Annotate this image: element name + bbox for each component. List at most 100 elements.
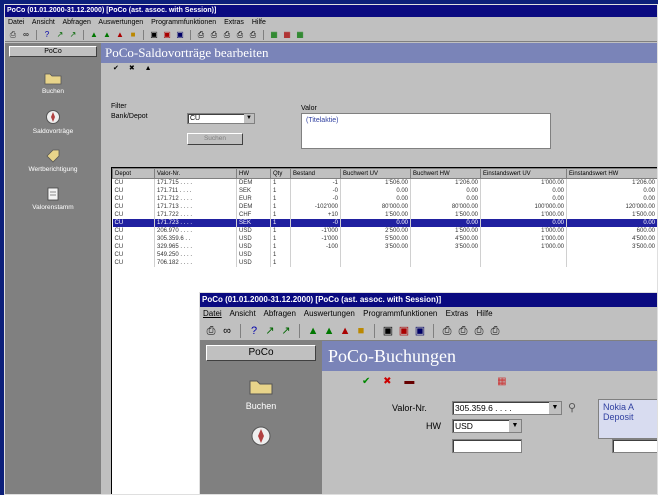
col-header-valor[interactable]: Valor-Nr. [154, 168, 237, 179]
chevron-down-icon[interactable]: ▼ [509, 420, 521, 432]
table-row[interactable]: CU 329.965 . . . . USD 1 -100 3'500.00 3'500.0… [112, 242, 657, 251]
printer-icon[interactable]: ⎙ [196, 30, 206, 40]
menu-extras[interactable]: Extras [446, 309, 469, 318]
col-header-buchwert-hw[interactable]: Buchwert HW [410, 168, 481, 179]
link-icon[interactable]: ∞ [222, 325, 232, 336]
menu-abfragen[interactable]: Abfragen [263, 309, 295, 318]
table-cell: SEK [236, 186, 271, 195]
menu-hilfe[interactable]: Hilfe [477, 309, 493, 318]
menu-programmfunktionen[interactable]: Programmfunktionen [151, 19, 216, 26]
chevron-down-icon[interactable]: ▼ [244, 114, 254, 123]
search-icon[interactable]: ⚲ [568, 401, 576, 414]
front-sidebar-header[interactable]: PoCo [206, 345, 316, 361]
table-row[interactable]: CU 171.712 . . . . EUR 1 -0 0.00 0.00 0.00 0.00 [112, 194, 657, 203]
folder-icon[interactable]: ■ [128, 30, 138, 40]
chevron-down-icon[interactable]: ▼ [549, 402, 561, 414]
table-row[interactable]: CU 706.182 . . . . USD 1 [112, 258, 657, 267]
chart-green-icon[interactable]: ▲ [102, 30, 112, 40]
window-red-icon[interactable]: ▣ [162, 30, 172, 40]
folder-icon[interactable]: ■ [356, 325, 366, 336]
table-row[interactable]: CU 171.713 . . . . DEM 1 -102'000 80'000.00 80… [112, 202, 657, 211]
help-icon[interactable]: ? [42, 30, 52, 40]
table-row[interactable]: CU 171.722 . . . . CHF 1 +10 1'500.00 1'500.00… [112, 210, 657, 219]
menu-auswertungen[interactable]: Auswertungen [304, 309, 355, 318]
window-red-icon[interactable]: ▣ [399, 325, 409, 336]
col-header-einstandswert-uv[interactable]: Einstandswert UV [480, 168, 567, 179]
bank-depot-select[interactable]: CU ▼ [187, 113, 255, 124]
chart-green-icon[interactable]: ▲ [324, 325, 335, 336]
back-sidebar-header[interactable]: PoCo [9, 46, 97, 57]
print-icon[interactable]: ⎙ [206, 325, 216, 336]
chart-up-icon[interactable]: ▲ [308, 325, 319, 336]
calculator-icon[interactable]: ▦ [497, 376, 506, 387]
printer-icon[interactable]: ⎙ [222, 30, 232, 40]
table-cell: DEM [236, 202, 271, 211]
front-title-bar[interactable]: PoCo (01.01.2000-31.12.2000) [PoCo (ast.… [200, 293, 657, 307]
col-header-einstandswert-hw[interactable]: Einstandswert HW [566, 168, 657, 179]
menu-datei[interactable]: Datei [203, 309, 222, 318]
col-header-buchwert-uv[interactable]: Buchwert UV [340, 168, 411, 179]
table-row[interactable]: CU 171.711 . . . . SEK 1 -0 0.00 0.00 0.00 0.00 [112, 186, 657, 195]
table-row[interactable]: CU 305.359.6 . . USD 1 -1'000 5'500.00 4'500.0… [112, 234, 657, 243]
menu-ansicht[interactable]: Ansicht [32, 19, 55, 26]
pointer-icon[interactable]: ↗ [281, 325, 291, 336]
table-row[interactable]: CU 171.723 . . . . SEK 1 -0 0.00 0.00 0.00 0.00 [112, 218, 657, 227]
booking-field[interactable] [452, 439, 522, 453]
printer-icon[interactable]: ⎙ [474, 325, 484, 336]
printer-icon[interactable]: ⎙ [235, 30, 245, 40]
table-row[interactable]: CU 171.715 . . . . DEM 1 -1 1'506.00 1'206.00 1… [112, 178, 657, 187]
printer-icon[interactable]: ⎙ [490, 325, 500, 336]
confirm-icon[interactable]: ✔ [362, 376, 370, 387]
back-title-bar[interactable]: PoCo (01.01.2000-31.12.2000) [PoCo (ast.… [5, 5, 657, 17]
table-row[interactable]: CU 549.250 . . . . USD 1 [112, 250, 657, 259]
col-header-depot[interactable]: Depot [112, 168, 155, 179]
help-icon[interactable]: ? [249, 325, 259, 336]
menu-auswertungen[interactable]: Auswertungen [98, 19, 143, 26]
report-icon[interactable]: ▦ [295, 30, 305, 40]
printer-icon[interactable]: ⎙ [458, 325, 468, 336]
menu-hilfe[interactable]: Hilfe [252, 19, 266, 26]
sidebar-item-saldovortraege[interactable] [200, 425, 322, 447]
minus-icon[interactable]: ▬ [404, 376, 414, 387]
chart-up-icon[interactable]: ▲ [89, 30, 99, 40]
table-row[interactable]: CU 206.970 . . . . USD 1 -1'000 2'500.00 1'500… [112, 226, 657, 235]
confirm-icon[interactable]: ✔ [113, 65, 119, 72]
sidebar-item-buchen[interactable]: Buchen [5, 71, 101, 95]
up-icon[interactable]: ▲ [145, 65, 152, 72]
search-button[interactable]: Suchen [187, 133, 243, 145]
pointer-icon[interactable]: ↗ [68, 30, 78, 40]
window-blue-icon[interactable]: ▣ [175, 30, 185, 40]
delete-icon[interactable]: ✖ [383, 376, 391, 387]
menu-ansicht[interactable]: Ansicht [229, 309, 255, 318]
window-blue-icon[interactable]: ▣ [415, 325, 425, 336]
hw-select[interactable]: USD ▼ [452, 419, 522, 433]
menu-datei[interactable]: Datei [8, 19, 24, 26]
valor-info-panel: Nokia A Deposit [598, 399, 657, 439]
menu-abfragen[interactable]: Abfragen [62, 19, 90, 26]
menu-extras[interactable]: Extras [224, 19, 244, 26]
col-header-qty[interactable]: Qty [270, 168, 291, 179]
printer-icon[interactable]: ⎙ [209, 30, 219, 40]
valor-nr-select[interactable]: 305.359.6 . . . . ▼ [452, 401, 562, 415]
window-icon[interactable]: ▣ [149, 30, 159, 40]
col-header-bestand[interactable]: Bestand [290, 168, 341, 179]
delete-icon[interactable]: ✖ [129, 65, 135, 72]
report-icon[interactable]: ▦ [269, 30, 279, 40]
booking-field-right[interactable] [612, 439, 657, 453]
col-header-hw[interactable]: HW [236, 168, 271, 179]
window-icon[interactable]: ▣ [383, 325, 393, 336]
chart-red-icon[interactable]: ▲ [115, 30, 125, 40]
pointer-help-icon[interactable]: ↗ [55, 30, 65, 40]
printer-icon[interactable]: ⎙ [442, 325, 452, 336]
menu-programmfunktionen[interactable]: Programmfunktionen [363, 309, 437, 318]
sidebar-item-wertberichtigung[interactable]: Wertberichtigung [5, 149, 101, 173]
sidebar-item-valorenstamm[interactable]: Valorenstamm [5, 187, 101, 211]
report-icon[interactable]: ▦ [282, 30, 292, 40]
printer-icon[interactable]: ⎙ [248, 30, 258, 40]
sidebar-item-saldovortraege[interactable]: Saldovorträge [5, 109, 101, 135]
link-icon[interactable]: ∞ [21, 30, 31, 40]
chart-red-icon[interactable]: ▲ [340, 325, 351, 336]
pointer-help-icon[interactable]: ↗ [265, 325, 275, 336]
sidebar-item-buchen[interactable]: Buchen [200, 377, 322, 411]
print-icon[interactable]: ⎙ [8, 30, 18, 40]
